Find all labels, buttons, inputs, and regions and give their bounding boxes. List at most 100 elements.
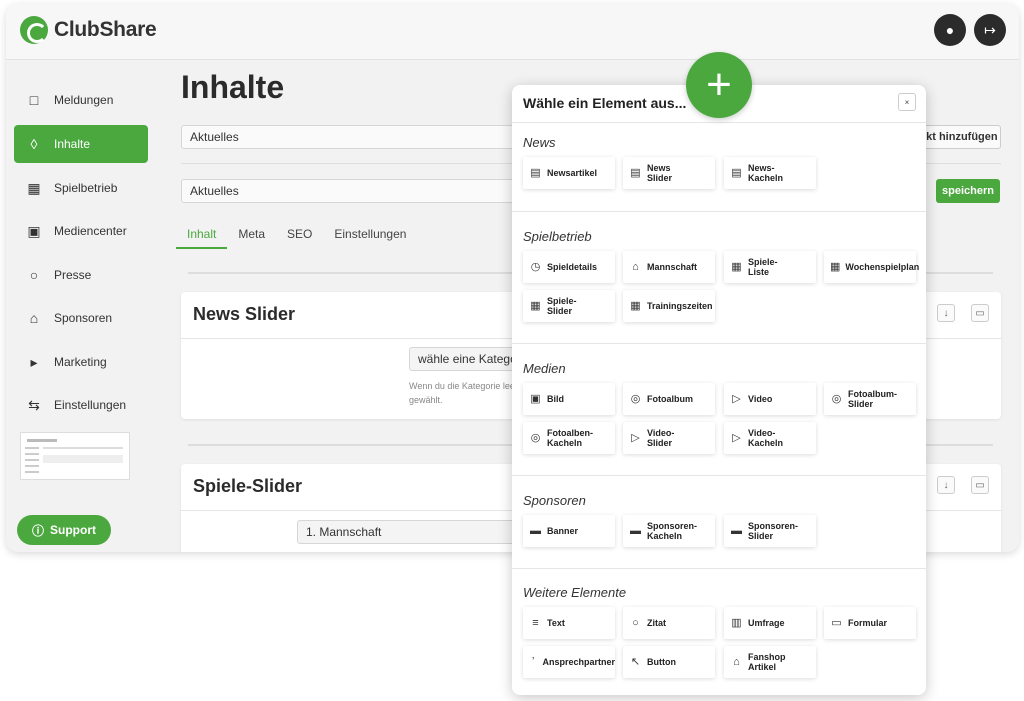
page-select[interactable]: Aktuelles [181, 179, 521, 203]
card-title: News Slider [193, 304, 296, 324]
category-hint: Wenn du die Kategorie lee gewählt. [409, 381, 515, 405]
element-option-label: Fanshop Artikel [748, 652, 786, 672]
sliders-icon: ⇆ [28, 396, 40, 413]
element-option-label: Fotoalbum [647, 394, 693, 404]
tab-einstellungen[interactable]: Einstellungen [323, 221, 417, 249]
element-option-video-slider[interactable]: ▷ Video- Slider [623, 422, 715, 454]
quote-icon: ○ [632, 617, 639, 629]
element-option-label: Ansprechpartner [542, 657, 615, 667]
element-option-label: Video- Slider [647, 428, 675, 448]
image-icon: ▣ [27, 222, 41, 239]
element-option-spiele-liste[interactable]: ▦ Spiele- Liste [724, 251, 816, 283]
cart-icon: ⌂ [29, 310, 39, 326]
element-option-label: Sponsoren- Slider [748, 521, 799, 541]
megaphone-icon: ▸ [30, 353, 38, 370]
support-label: Support [50, 523, 96, 537]
element-option-fanshop-artikel[interactable]: ⌂ Fanshop Artikel [724, 646, 816, 678]
category-select[interactable]: wähle eine Kategor [409, 347, 529, 371]
element-option-sponsoren-kacheln[interactable]: ▬ Sponsoren- Kacheln [623, 515, 715, 547]
help-icon: ⓘ [31, 523, 44, 538]
element-option-ansprechpartner[interactable]: ʼ Ansprechpartner [523, 646, 615, 678]
content-tabs: Inhalt Meta SEO Einstellungen [176, 221, 417, 249]
element-option-label: Fotoalben- Kacheln [547, 428, 593, 448]
element-option-wochenspielplan[interactable]: ▦ Wochenspielplan [824, 251, 920, 283]
element-option-video-kacheln[interactable]: ▷ Video- Kacheln [724, 422, 816, 454]
profile-button[interactable]: ● [934, 14, 966, 46]
section-title: Spielbetrieb [523, 229, 592, 244]
sidebar-item-meldungen[interactable]: □ Meldungen [14, 81, 148, 119]
calendar-icon: ▦ [830, 261, 841, 273]
calendar-icon: ▦ [530, 300, 541, 312]
clubshare-logo-icon [20, 16, 48, 44]
element-option-newsartikel[interactable]: ▤ Newsartikel [523, 157, 615, 189]
element-option-spiele-slider[interactable]: ▦ Spiele- Slider [523, 290, 615, 322]
camera-icon: ◎ [630, 393, 641, 405]
element-option-label: Banner [547, 526, 579, 536]
add-element-button[interactable]: + [686, 52, 752, 118]
element-option-umfrage[interactable]: ▥ Umfrage [724, 607, 816, 639]
sidebar-item-presse[interactable]: ○ Presse [14, 256, 148, 294]
sidebar-item-label: Mediencenter [54, 224, 127, 238]
move-down-button[interactable]: ↓ [937, 476, 955, 494]
section-title: Medien [523, 361, 566, 376]
element-option-label: Video- Kacheln [748, 428, 784, 448]
save-button[interactable]: speichern [936, 179, 1000, 203]
file-icon: ▤ [530, 167, 541, 179]
element-option-button[interactable]: ↖ Button [623, 646, 715, 678]
element-option-label: Wochenspielplan [845, 262, 920, 272]
add-point-button[interactable]: nkt hinzufügen [916, 125, 1001, 149]
calendar-icon: ▦ [731, 261, 742, 273]
element-option-fotoalbum-slider[interactable]: ◎ Fotoalbum- Slider [824, 383, 916, 415]
element-picker-modal: Wähle ein Element aus... × News ▤ Newsarti… [512, 85, 926, 695]
element-option-zitat[interactable]: ○ Zitat [623, 607, 715, 639]
pointer-icon: ↖ [630, 656, 641, 668]
support-button[interactable]: ⓘ Support [17, 515, 111, 545]
calendar-icon: ▦ [27, 179, 41, 196]
element-option-trainingszeiten[interactable]: ▦ Trainingszeiten [623, 290, 715, 322]
sidebar-item-spielbetrieb[interactable]: ▦ Spielbetrieb [14, 169, 148, 207]
team-select[interactable]: 1. Mannschaft [297, 520, 527, 544]
element-option-formular[interactable]: ▭ Formular [824, 607, 916, 639]
section-title: Sponsoren [523, 493, 586, 508]
tab-inhalt[interactable]: Inhalt [176, 221, 228, 249]
close-button[interactable]: × [898, 93, 916, 111]
sidebar-item-sponsoren[interactable]: ⌂ Sponsoren [14, 299, 148, 337]
element-option-label: Trainingszeiten [647, 301, 713, 311]
sidebar-item-label: Inhalte [54, 137, 91, 151]
element-option-label: Sponsoren- Kacheln [647, 521, 698, 541]
arrow-down-icon: ↓ [943, 479, 949, 491]
logo[interactable]: ClubShare [20, 16, 157, 44]
element-option-label: Bild [547, 394, 564, 404]
content-select[interactable]: Aktuelles [181, 125, 521, 149]
modal-separator [512, 343, 926, 344]
sidebar-item-label: Sponsoren [54, 311, 113, 325]
element-option-news-slider[interactable]: ▤ News Slider [623, 157, 715, 189]
modal-separator [512, 211, 926, 212]
tab-seo[interactable]: SEO [276, 221, 323, 249]
element-option-news-kacheln[interactable]: ▤ News- Kacheln [724, 157, 816, 189]
element-option-mannschaft[interactable]: ⌂ Mannschaft [623, 251, 715, 283]
element-option-banner[interactable]: ▬ Banner [523, 515, 615, 547]
element-option-bild[interactable]: ▣ Bild [523, 383, 615, 415]
sidebar-item-mediencenter[interactable]: ▣ Mediencenter [14, 212, 148, 250]
logout-button[interactable]: ↦ [974, 14, 1006, 46]
tab-meta[interactable]: Meta [227, 221, 276, 249]
text-icon: ≡ [532, 617, 539, 629]
sidebar-item-marketing[interactable]: ▸ Marketing [14, 343, 148, 381]
video-icon: ▷ [732, 393, 741, 405]
move-down-button[interactable]: ↓ [937, 304, 955, 322]
modal-separator [512, 122, 926, 123]
delete-button[interactable]: ▭ [971, 476, 989, 494]
element-option-fotoalbum[interactable]: ◎ Fotoalbum [623, 383, 715, 415]
element-option-fotoalben-kacheln[interactable]: ◎ Fotoalben- Kacheln [523, 422, 615, 454]
element-option-text[interactable]: ≡ Text [523, 607, 615, 639]
sidebar-item-inhalte[interactable]: ◊ Inhalte [14, 125, 148, 163]
element-option-video[interactable]: ▷ Video [724, 383, 816, 415]
trash-icon: ▭ [975, 479, 985, 491]
briefcase-icon: ▬ [530, 525, 541, 537]
element-option-sponsoren-slider[interactable]: ▬ Sponsoren- Slider [724, 515, 816, 547]
delete-button[interactable]: ▭ [971, 304, 989, 322]
element-option-spieldetails[interactable]: ◷ Spieldetails [523, 251, 615, 283]
element-option-label: Zitat [647, 618, 666, 628]
sidebar-item-einstellungen[interactable]: ⇆ Einstellungen [14, 386, 148, 424]
